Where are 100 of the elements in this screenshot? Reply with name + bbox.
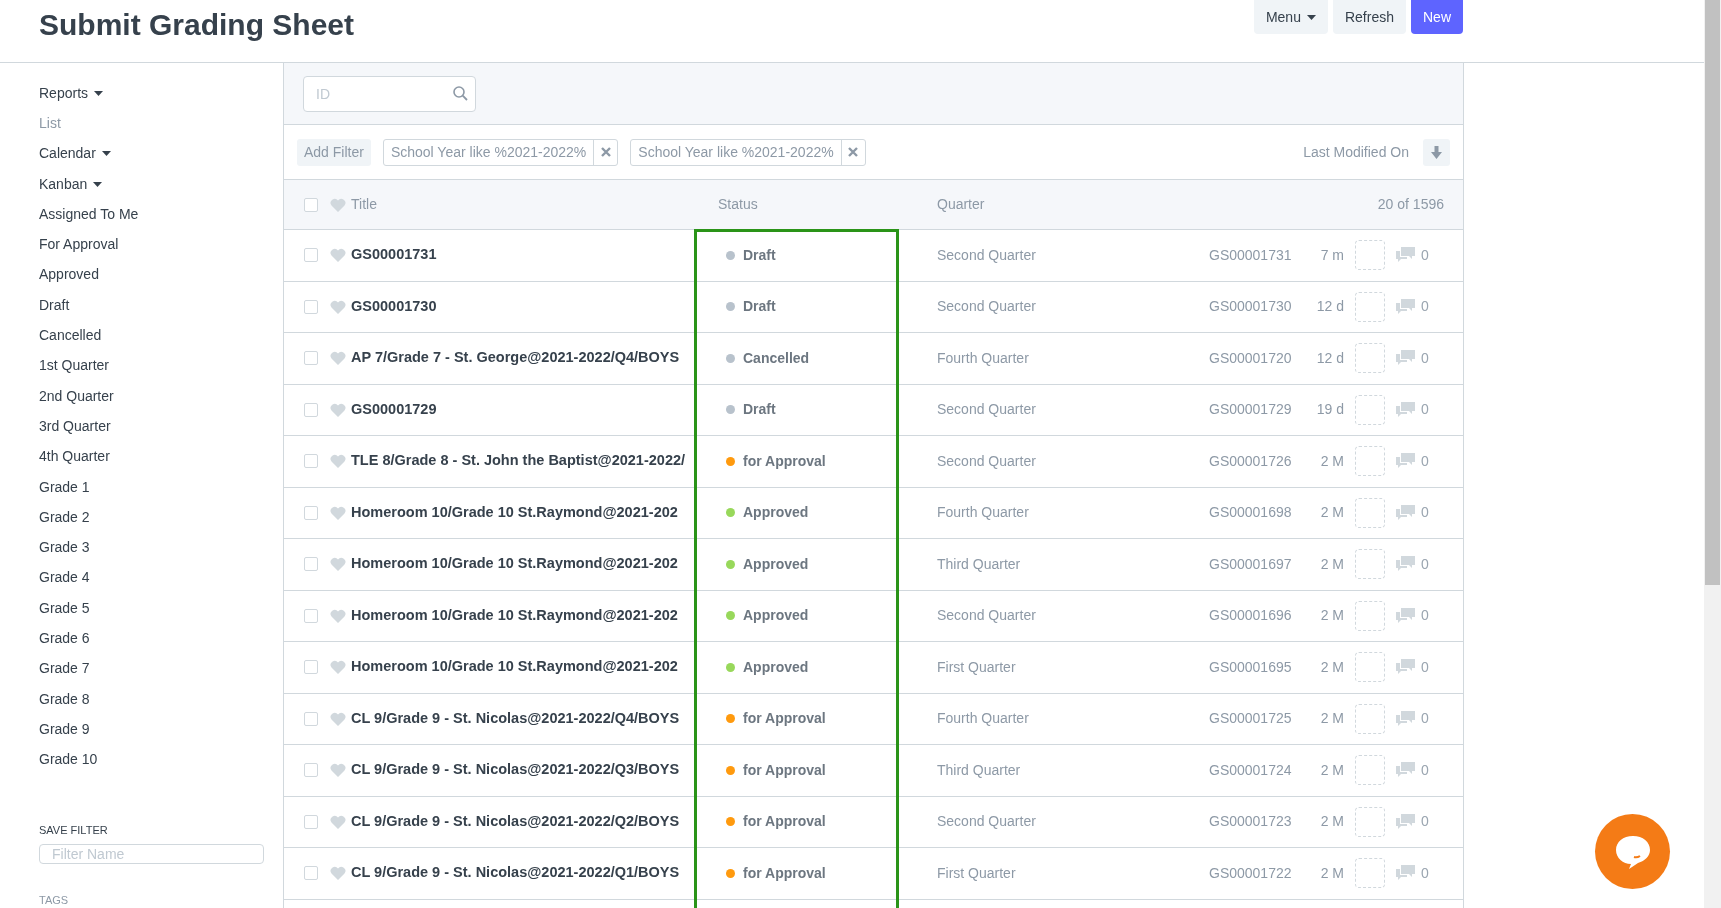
assignee-placeholder[interactable]: [1355, 806, 1385, 837]
remove-icon[interactable]: [600, 147, 611, 157]
sidebar-item[interactable]: Reports: [39, 78, 263, 109]
sidebar-item[interactable]: Grade 1: [39, 471, 263, 503]
checkbox[interactable]: [304, 608, 318, 623]
sidebar-item[interactable]: 3rd Quarter: [39, 411, 263, 442]
checkbox[interactable]: [304, 763, 318, 778]
id-cell-text: GS00001729: [1209, 400, 1293, 420]
comments-icon: [1396, 813, 1415, 830]
heart-icon[interactable]: [330, 608, 346, 623]
heart-icon[interactable]: [330, 505, 346, 520]
checkbox[interactable]: [304, 402, 318, 417]
checkbox[interactable]: [304, 557, 318, 572]
heart-icon[interactable]: [330, 454, 346, 469]
sidebar-item[interactable]: Grade 4: [39, 562, 263, 594]
record-title[interactable]: TLE 8/Grade 8 - St. John the Baptist@2021-2022/: [351, 452, 686, 469]
sidebar-item[interactable]: Calendar: [39, 138, 263, 169]
checkbox[interactable]: [304, 814, 318, 829]
heart-icon[interactable]: [330, 557, 346, 572]
checkbox[interactable]: [304, 299, 318, 314]
assignee-placeholder[interactable]: [1355, 755, 1385, 786]
record-title[interactable]: Homeroom 10/Grade 10 St.Raymond@2021-202: [351, 503, 678, 520]
checkbox[interactable]: [304, 711, 318, 726]
heart-icon[interactable]: [330, 814, 346, 829]
heart-icon[interactable]: [330, 866, 346, 881]
sidebar-item[interactable]: Kanban: [39, 168, 263, 200]
record-title[interactable]: AP 7/Grade 7 - St. George@2021-2022/Q4/BOYS: [351, 349, 680, 366]
new-button[interactable]: New: [1411, 0, 1463, 34]
heart-icon[interactable]: [330, 660, 346, 675]
heart-icon[interactable]: [330, 711, 346, 726]
record-title[interactable]: GS00001730: [351, 297, 437, 314]
record-title[interactable]: GS00001729: [351, 400, 437, 417]
sidebar-item[interactable]: For Approval: [39, 229, 263, 260]
heart-icon[interactable]: [330, 763, 346, 778]
filter-label: School Year like %2021-2022%: [637, 142, 835, 162]
quarter-cell-text: Second Quarter: [937, 812, 1037, 832]
checkbox[interactable]: [304, 351, 318, 366]
record-title[interactable]: CL 9/Grade 9 - St. Nicolas@2021-2022/Q3/BOYS: [351, 761, 680, 778]
heart-icon[interactable]: [330, 197, 346, 212]
record-title[interactable]: GS00001731: [351, 246, 437, 263]
menu-button[interactable]: Menu: [1253, 0, 1328, 34]
filter-label: School Year like %2021-2022%: [389, 142, 588, 162]
sidebar-item[interactable]: Grade 10: [39, 744, 263, 775]
assignee-placeholder[interactable]: [1355, 703, 1385, 734]
record-title[interactable]: CL 9/Grade 9 - St. Nicolas@2021-2022/Q4/BOYS: [351, 709, 680, 726]
checkbox[interactable]: [304, 248, 318, 263]
heart-icon[interactable]: [330, 402, 346, 417]
record-title[interactable]: CL 9/Grade 9 - St. Nicolas@2021-2022/Q2/BOYS: [351, 812, 680, 829]
status-label: Draft: [743, 297, 776, 317]
checkbox[interactable]: [304, 660, 318, 675]
sidebar-item[interactable]: Grade 7: [39, 653, 263, 684]
assignee-placeholder[interactable]: [1355, 291, 1385, 322]
refresh-button[interactable]: Refresh: [1332, 0, 1406, 34]
sidebar-item[interactable]: Cancelled: [39, 320, 263, 351]
sidebar-item[interactable]: Grade 5: [39, 593, 263, 624]
quarter-cell-text: Second Quarter: [937, 451, 1037, 471]
record-title[interactable]: CL 9/Grade 9 - St. Nicolas@2021-2022/Q1/BOYS: [351, 864, 680, 881]
checkbox[interactable]: [304, 866, 318, 881]
assignee-placeholder[interactable]: [1355, 652, 1385, 683]
sidebar-item[interactable]: Grade 8: [39, 683, 263, 715]
assignee-placeholder[interactable]: [1355, 240, 1385, 271]
heart-icon[interactable]: [330, 299, 346, 314]
remove-icon[interactable]: [848, 147, 859, 157]
column-header: Status: [718, 195, 759, 214]
record-title[interactable]: Homeroom 10/Grade 10 St.Raymond@2021-202: [351, 658, 678, 675]
sidebar-item[interactable]: Grade 3: [39, 532, 263, 563]
assignee-placeholder[interactable]: [1355, 497, 1385, 528]
sidebar-item[interactable]: Approved: [39, 259, 263, 291]
assignee-placeholder[interactable]: [1355, 858, 1385, 889]
comment-count: 0: [1421, 503, 1429, 523]
sidebar-item[interactable]: Draft: [39, 290, 263, 321]
sidebar-item[interactable]: Grade 6: [39, 623, 263, 654]
assignee-placeholder[interactable]: [1355, 343, 1385, 374]
comments-icon: [1396, 556, 1415, 573]
assignee-placeholder[interactable]: [1355, 394, 1385, 425]
modified-time: 7 m: [1319, 245, 1344, 265]
search-field[interactable]: ID: [303, 75, 476, 112]
sidebar-item[interactable]: 1st Quarter: [39, 350, 263, 381]
sidebar-item[interactable]: Assigned To Me: [39, 199, 263, 230]
sort-direction-button[interactable]: [1423, 138, 1450, 166]
checkbox[interactable]: [304, 505, 318, 520]
assignee-placeholder[interactable]: [1355, 600, 1385, 631]
record-title[interactable]: Homeroom 10/Grade 10 St.Raymond@2021-202: [351, 606, 678, 623]
sidebar-item[interactable]: 4th Quarter: [39, 441, 263, 472]
assignee-placeholder[interactable]: [1355, 549, 1385, 580]
status-label: Approved: [743, 503, 809, 523]
modified-time: 2 M: [1319, 709, 1344, 729]
sidebar-item[interactable]: Grade 2: [39, 502, 263, 533]
assignee-placeholder[interactable]: [1355, 446, 1385, 477]
id-cell-text: GS00001696: [1209, 606, 1293, 626]
heart-icon[interactable]: [330, 248, 346, 263]
heart-icon[interactable]: [330, 351, 346, 366]
sidebar-item[interactable]: Grade 9: [39, 714, 263, 745]
modified-time: 2 M: [1319, 503, 1344, 523]
scrollbar[interactable]: [1704, 0, 1721, 908]
filter-name-field[interactable]: Filter Name: [39, 844, 264, 864]
sidebar-item[interactable]: 2nd Quarter: [39, 380, 263, 412]
checkbox[interactable]: [304, 197, 318, 212]
record-title[interactable]: Homeroom 10/Grade 10 St.Raymond@2021-202: [351, 555, 678, 572]
checkbox[interactable]: [304, 454, 318, 469]
